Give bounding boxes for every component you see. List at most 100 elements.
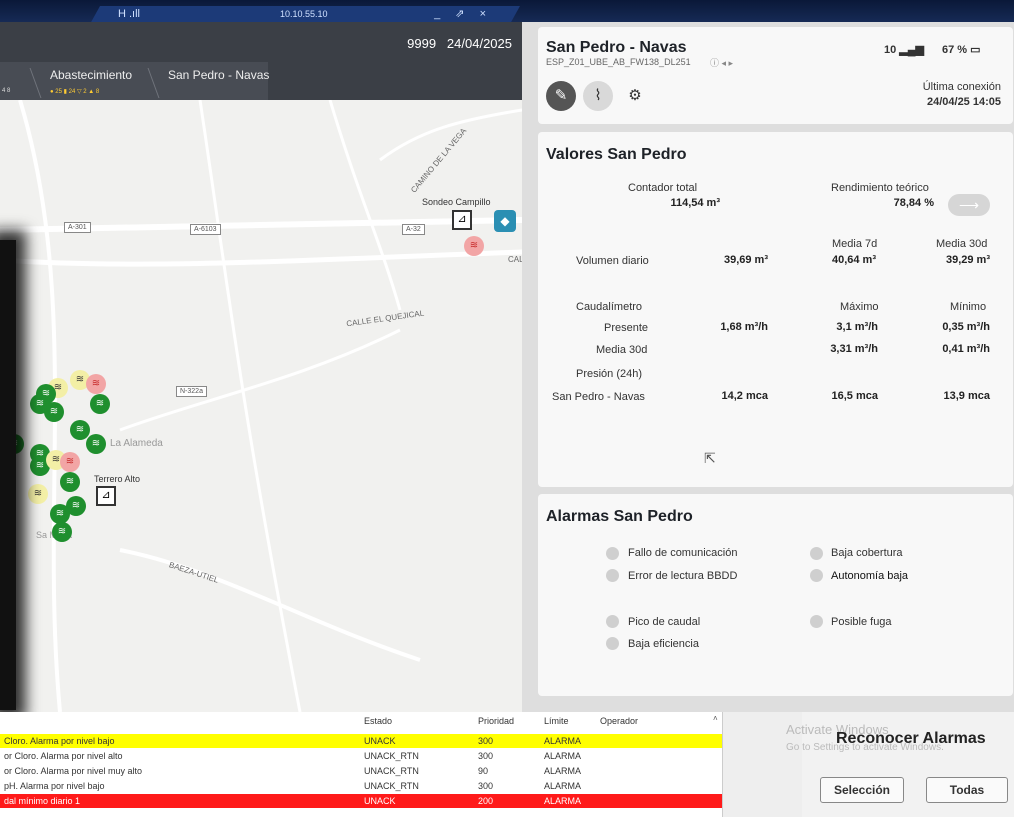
wifi-sensor-warning-icon[interactable]: ≋ <box>28 484 48 504</box>
rendimiento-label: Rendimiento teórico <box>831 182 929 194</box>
values-card: Valores San Pedro Contador total 114,54 … <box>538 132 1013 487</box>
device-card: San Pedro - Navas ESP_Z01_UBE_AB_FW138_D… <box>538 27 1013 124</box>
presente-value: 1,68 m³/h <box>720 321 768 333</box>
wifi-sensor-ok-icon[interactable]: ≋ <box>44 402 64 422</box>
acknowledge-title: Reconocer Alarmas <box>836 730 986 747</box>
device-id: ESP_Z01_UBE_AB_FW138_DL251 <box>546 57 691 67</box>
table-row[interactable]: or Cloro. Alarma por nivel alto UNACK_RTN… <box>0 749 722 763</box>
wifi-sensor-ok-icon[interactable]: ≋ <box>86 434 106 454</box>
table-row[interactable]: or Cloro. Alarma por nivel muy alto UNACK… <box>0 764 722 778</box>
last-connection-label: Última conexión <box>922 81 1001 93</box>
road-label: N-322a <box>176 386 207 397</box>
presion-site-label: San Pedro - Navas <box>552 391 645 403</box>
cell-limite: ALARMA <box>544 751 582 761</box>
alarm-table: Estado Prioridad Límite Operador Cloro. … <box>0 712 722 817</box>
ack-all-button[interactable]: Todas <box>926 777 1008 803</box>
map-view[interactable]: A-301 A-6103 A-32 N-322a CAMINO DE LA VE… <box>0 100 522 712</box>
mouse-cursor-icon: ⇱ <box>704 450 716 466</box>
edit-icon[interactable]: ✎ <box>546 81 576 111</box>
wifi-sensor-ok-icon[interactable]: ≋ <box>60 472 80 492</box>
cell-limite: ALARMA <box>544 766 582 776</box>
cell-estado: UNACK_RTN <box>364 751 419 761</box>
cell-limite: ALARMA <box>544 796 582 806</box>
wifi-sensor-alarm-icon[interactable]: ≋ <box>86 374 106 394</box>
overlay-shadow <box>0 240 16 710</box>
cell-prioridad: 300 <box>478 781 494 791</box>
alarm-indicator <box>606 637 619 650</box>
volumen-label: Volumen diario <box>576 255 649 267</box>
wifi-sensor-ok-icon[interactable]: ≋ <box>52 522 72 542</box>
alarm-indicator <box>810 569 823 582</box>
cell-limite: ALARMA <box>544 736 582 746</box>
road-label: A-301 <box>64 222 91 233</box>
pump-station-icon[interactable]: ⊿ <box>96 486 116 506</box>
cell-desc: or Cloro. Alarma por nivel alto <box>4 751 123 761</box>
table-row[interactable]: Cloro. Alarma por nivel bajo UNACK 300 ALAR… <box>0 734 722 748</box>
presente-min: 0,35 m³/h <box>942 321 990 333</box>
alarm-label: Baja eficiencia <box>628 638 699 650</box>
contador-label: Contador total <box>628 182 698 194</box>
layers-icon[interactable]: ◆ <box>494 210 516 232</box>
breadcrumb-abastecimiento[interactable]: Abastecimiento <box>50 68 132 82</box>
volumen-media30: 39,29 m³ <box>945 254 990 266</box>
gear-icon[interactable]: ⚙ <box>620 81 650 111</box>
cell-prioridad: 300 <box>478 751 494 761</box>
scroll-up-icon[interactable]: ˄ <box>713 714 718 723</box>
volumen-value: 39,69 m³ <box>723 254 768 266</box>
media30d-max: 3,31 m³/h <box>830 343 878 355</box>
values-title: Valores San Pedro <box>546 146 687 163</box>
rendimiento-value: 78,84 % <box>893 197 934 209</box>
col-header-prioridad[interactable]: Prioridad <box>478 716 514 726</box>
battery-level: 67 % ▭ <box>942 44 981 56</box>
cell-prioridad: 200 <box>478 796 494 806</box>
road-label: A-32 <box>402 224 425 235</box>
window-controls[interactable]: _ ⇗ × <box>434 7 492 20</box>
wifi-sensor-alarm-icon[interactable]: ≋ <box>464 236 484 256</box>
road-label: A-6103 <box>190 224 221 235</box>
table-row[interactable]: pH. Alarma por nivel bajo UNACK_RTN 300 ALA… <box>0 779 722 793</box>
presente-max: 3,1 m³/h <box>836 321 878 333</box>
presion-max: 16,5 mca <box>831 390 878 402</box>
arrow-right-icon[interactable]: ⟶ <box>948 194 990 216</box>
volumen-media7: 40,64 m³ <box>831 254 876 266</box>
map-roads <box>0 100 522 712</box>
signal-strength: 10 ▂▄▆ <box>884 44 925 56</box>
cell-estado: UNACK <box>364 796 396 806</box>
breadcrumb-counts-left: 4 8 <box>2 88 11 94</box>
presion-value: 14,2 mca <box>721 390 768 402</box>
wifi-sensor-alarm-icon[interactable]: ≋ <box>60 452 80 472</box>
col-header-estado[interactable]: Estado <box>364 716 392 726</box>
presente-label: Presente <box>604 322 649 334</box>
pump-station-icon[interactable]: ⊿ <box>452 210 472 230</box>
wifi-sensor-ok-icon[interactable]: ≋ <box>90 394 110 414</box>
cell-estado: UNACK_RTN <box>364 766 419 776</box>
alarm-indicator <box>606 569 619 582</box>
device-nav-icons[interactable]: ⓘ ◂ ▸ <box>710 56 733 69</box>
header-code-date: 9999 24/04/2025 <box>407 36 512 51</box>
max-label: Máximo <box>840 301 879 313</box>
media30-label: Media 30d <box>936 238 988 250</box>
cell-desc: pH. Alarma por nivel bajo <box>4 781 105 791</box>
ack-selection-button[interactable]: Selección <box>820 777 904 803</box>
breadcrumb-counts: ● 25 ▮ 24 ▽ 2 ▲ 8 <box>50 89 100 95</box>
chart-icon[interactable]: ⌇ <box>583 81 613 111</box>
alarm-indicator <box>810 547 823 560</box>
table-row[interactable]: dal mínimo diario 1 UNACK 200 ALARMA <box>0 794 722 808</box>
breadcrumb-current[interactable]: San Pedro - Navas <box>168 68 269 82</box>
session-ip: 10.10.55.10 <box>280 9 328 19</box>
wifi-sensor-ok-icon[interactable]: ≋ <box>50 504 70 524</box>
alarm-indicator <box>606 547 619 560</box>
signal-indicator: H .ıll <box>118 8 140 20</box>
col-header-limite[interactable]: Límite <box>544 716 569 726</box>
alarms-title: Alarmas San Pedro <box>546 508 693 525</box>
alarm-label: Baja cobertura <box>831 547 903 559</box>
col-header-operador[interactable]: Operador <box>600 716 638 726</box>
presion-label: Presión (24h) <box>576 368 643 380</box>
cell-estado: UNACK <box>364 736 396 746</box>
alarm-label: Posible fuga <box>831 616 892 628</box>
alarm-label: Error de lectura BBDD <box>628 570 738 582</box>
cell-limite: ALARMA <box>544 781 582 791</box>
last-connection-value: 24/04/25 14:05 <box>926 96 1001 108</box>
alarm-label: Autonomía baja <box>831 570 909 582</box>
media30d-label: Media 30d <box>596 344 648 356</box>
